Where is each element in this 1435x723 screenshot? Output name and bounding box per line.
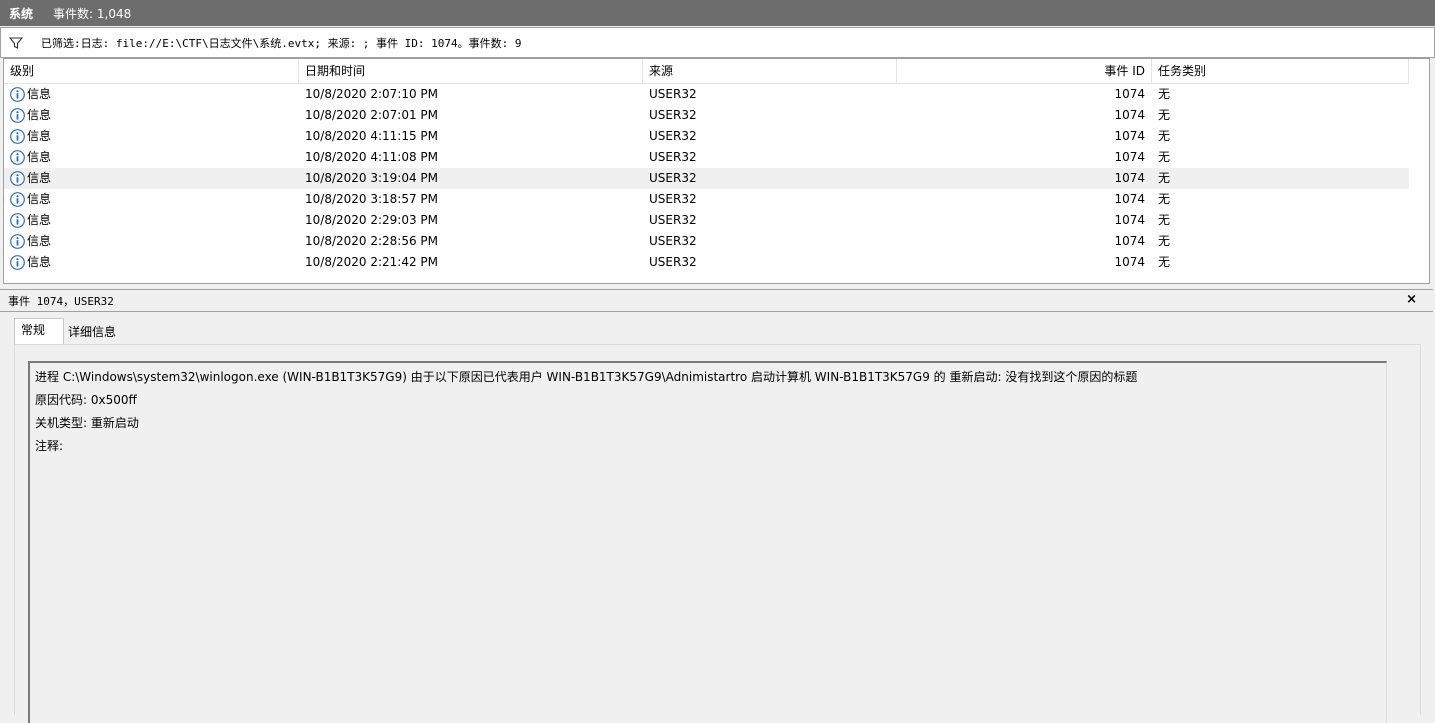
datetime-cell: 10/8/2020 2:29:03 PM: [305, 213, 439, 227]
table-row[interactable]: 信息 10/8/2020 3:18:57 PM USER32 1074 无: [4, 189, 1409, 210]
list-header: 级别 日期和时间 来源 事件 ID 任务类别: [4, 59, 1409, 84]
table-row[interactable]: 信息 10/8/2020 2:29:03 PM USER32 1074 无: [4, 210, 1409, 231]
event-message-box[interactable]: 进程 C:\Windows\system32\winlogon.exe (WIN…: [28, 361, 1387, 723]
message-line: 关机类型: 重新启动: [35, 416, 139, 430]
info-icon: [10, 171, 25, 186]
datetime-cell: 10/8/2020 2:28:56 PM: [305, 234, 439, 248]
info-icon: [10, 150, 25, 165]
datetime-cell: 10/8/2020 2:21:42 PM: [305, 255, 439, 269]
event-count: 事件数: 1,048: [53, 6, 132, 21]
level-cell: 信息: [27, 255, 52, 269]
table-row[interactable]: 信息 10/8/2020 2:21:42 PM USER32 1074 无: [4, 252, 1409, 273]
table-row[interactable]: 信息 10/8/2020 4:11:15 PM USER32 1074 无: [4, 126, 1409, 147]
datetime-cell: 10/8/2020 3:18:57 PM: [305, 192, 439, 206]
datetime-cell: 10/8/2020 2:07:01 PM: [305, 108, 439, 122]
event-id-cell: 1074: [1114, 255, 1145, 269]
column-header-datetime[interactable]: 日期和时间: [299, 59, 643, 83]
source-cell: USER32: [649, 213, 697, 227]
task-cell: 无: [1158, 255, 1171, 269]
level-cell: 信息: [27, 87, 52, 101]
level-cell: 信息: [27, 129, 52, 143]
info-icon: [10, 234, 25, 249]
event-id-cell: 1074: [1114, 171, 1145, 185]
info-icon: [10, 192, 25, 207]
level-cell: 信息: [27, 108, 52, 122]
info-icon: [10, 213, 25, 228]
level-cell: 信息: [27, 171, 52, 185]
source-cell: USER32: [649, 255, 697, 269]
log-title-bar: 系统 事件数: 1,048: [0, 0, 1435, 26]
source-cell: USER32: [649, 234, 697, 248]
column-header-source[interactable]: 来源: [643, 59, 897, 83]
task-cell: 无: [1158, 213, 1171, 227]
level-cell: 信息: [27, 213, 52, 227]
tab-general[interactable]: 常规: [14, 318, 64, 345]
event-list[interactable]: 级别 日期和时间 来源 事件 ID 任务类别 信息 10/8/2020 2:07:…: [3, 58, 1430, 284]
event-detail-title: 事件 1074，USER32: [8, 294, 114, 308]
datetime-cell: 10/8/2020 4:11:15 PM: [305, 129, 439, 143]
general-tab-panel: 进程 C:\Windows\system32\winlogon.exe (WIN…: [14, 344, 1421, 723]
close-icon[interactable]: ×: [1406, 292, 1417, 307]
table-row[interactable]: 信息 10/8/2020 2:07:01 PM USER32 1074 无: [4, 105, 1409, 126]
source-cell: USER32: [649, 87, 697, 101]
info-icon: [10, 255, 25, 270]
event-id-cell: 1074: [1114, 108, 1145, 122]
event-id-cell: 1074: [1114, 129, 1145, 143]
event-id-cell: 1074: [1114, 150, 1145, 164]
table-row[interactable]: 信息 10/8/2020 2:07:10 PM USER32 1074 无: [4, 84, 1409, 105]
info-icon: [10, 108, 25, 123]
message-line: 注释:: [35, 439, 64, 453]
datetime-cell: 10/8/2020 3:19:04 PM: [305, 171, 439, 185]
task-cell: 无: [1158, 150, 1171, 164]
level-cell: 信息: [27, 192, 52, 206]
event-detail-header: 事件 1074，USER32 ×: [0, 289, 1433, 312]
filter-bar: 已筛选:日志: file://E:\CTF\日志文件\系统.evtx; 来源: …: [0, 27, 1435, 58]
funnel-icon: [9, 36, 23, 49]
task-cell: 无: [1158, 87, 1171, 101]
log-name: 系统: [9, 6, 34, 21]
tab-details[interactable]: 详细信息: [68, 321, 116, 345]
level-cell: 信息: [27, 234, 52, 248]
event-id-cell: 1074: [1114, 213, 1145, 227]
table-row[interactable]: 信息 10/8/2020 3:19:04 PM USER32 1074 无: [4, 168, 1409, 189]
event-id-cell: 1074: [1114, 192, 1145, 206]
task-cell: 无: [1158, 108, 1171, 122]
source-cell: USER32: [649, 150, 697, 164]
info-icon: [10, 129, 25, 144]
column-header-level[interactable]: 级别: [4, 59, 299, 83]
info-icon: [10, 87, 25, 102]
level-cell: 信息: [27, 150, 52, 164]
task-cell: 无: [1158, 129, 1171, 143]
task-cell: 无: [1158, 171, 1171, 185]
source-cell: USER32: [649, 171, 697, 185]
task-cell: 无: [1158, 192, 1171, 206]
message-line: 原因代码: 0x500ff: [35, 393, 137, 407]
datetime-cell: 10/8/2020 4:11:08 PM: [305, 150, 439, 164]
event-id-cell: 1074: [1114, 234, 1145, 248]
task-cell: 无: [1158, 234, 1171, 248]
column-header-task[interactable]: 任务类别: [1152, 59, 1409, 83]
datetime-cell: 10/8/2020 2:07:10 PM: [305, 87, 439, 101]
message-line: 进程 C:\Windows\system32\winlogon.exe (WIN…: [35, 370, 1138, 384]
event-id-cell: 1074: [1114, 87, 1145, 101]
source-cell: USER32: [649, 108, 697, 122]
filter-text: 已筛选:日志: file://E:\CTF\日志文件\系统.evtx; 来源: …: [41, 36, 522, 50]
source-cell: USER32: [649, 129, 697, 143]
table-row[interactable]: 信息 10/8/2020 2:28:56 PM USER32 1074 无: [4, 231, 1409, 252]
source-cell: USER32: [649, 192, 697, 206]
table-row[interactable]: 信息 10/8/2020 4:11:08 PM USER32 1074 无: [4, 147, 1409, 168]
column-header-event-id[interactable]: 事件 ID: [897, 59, 1152, 83]
